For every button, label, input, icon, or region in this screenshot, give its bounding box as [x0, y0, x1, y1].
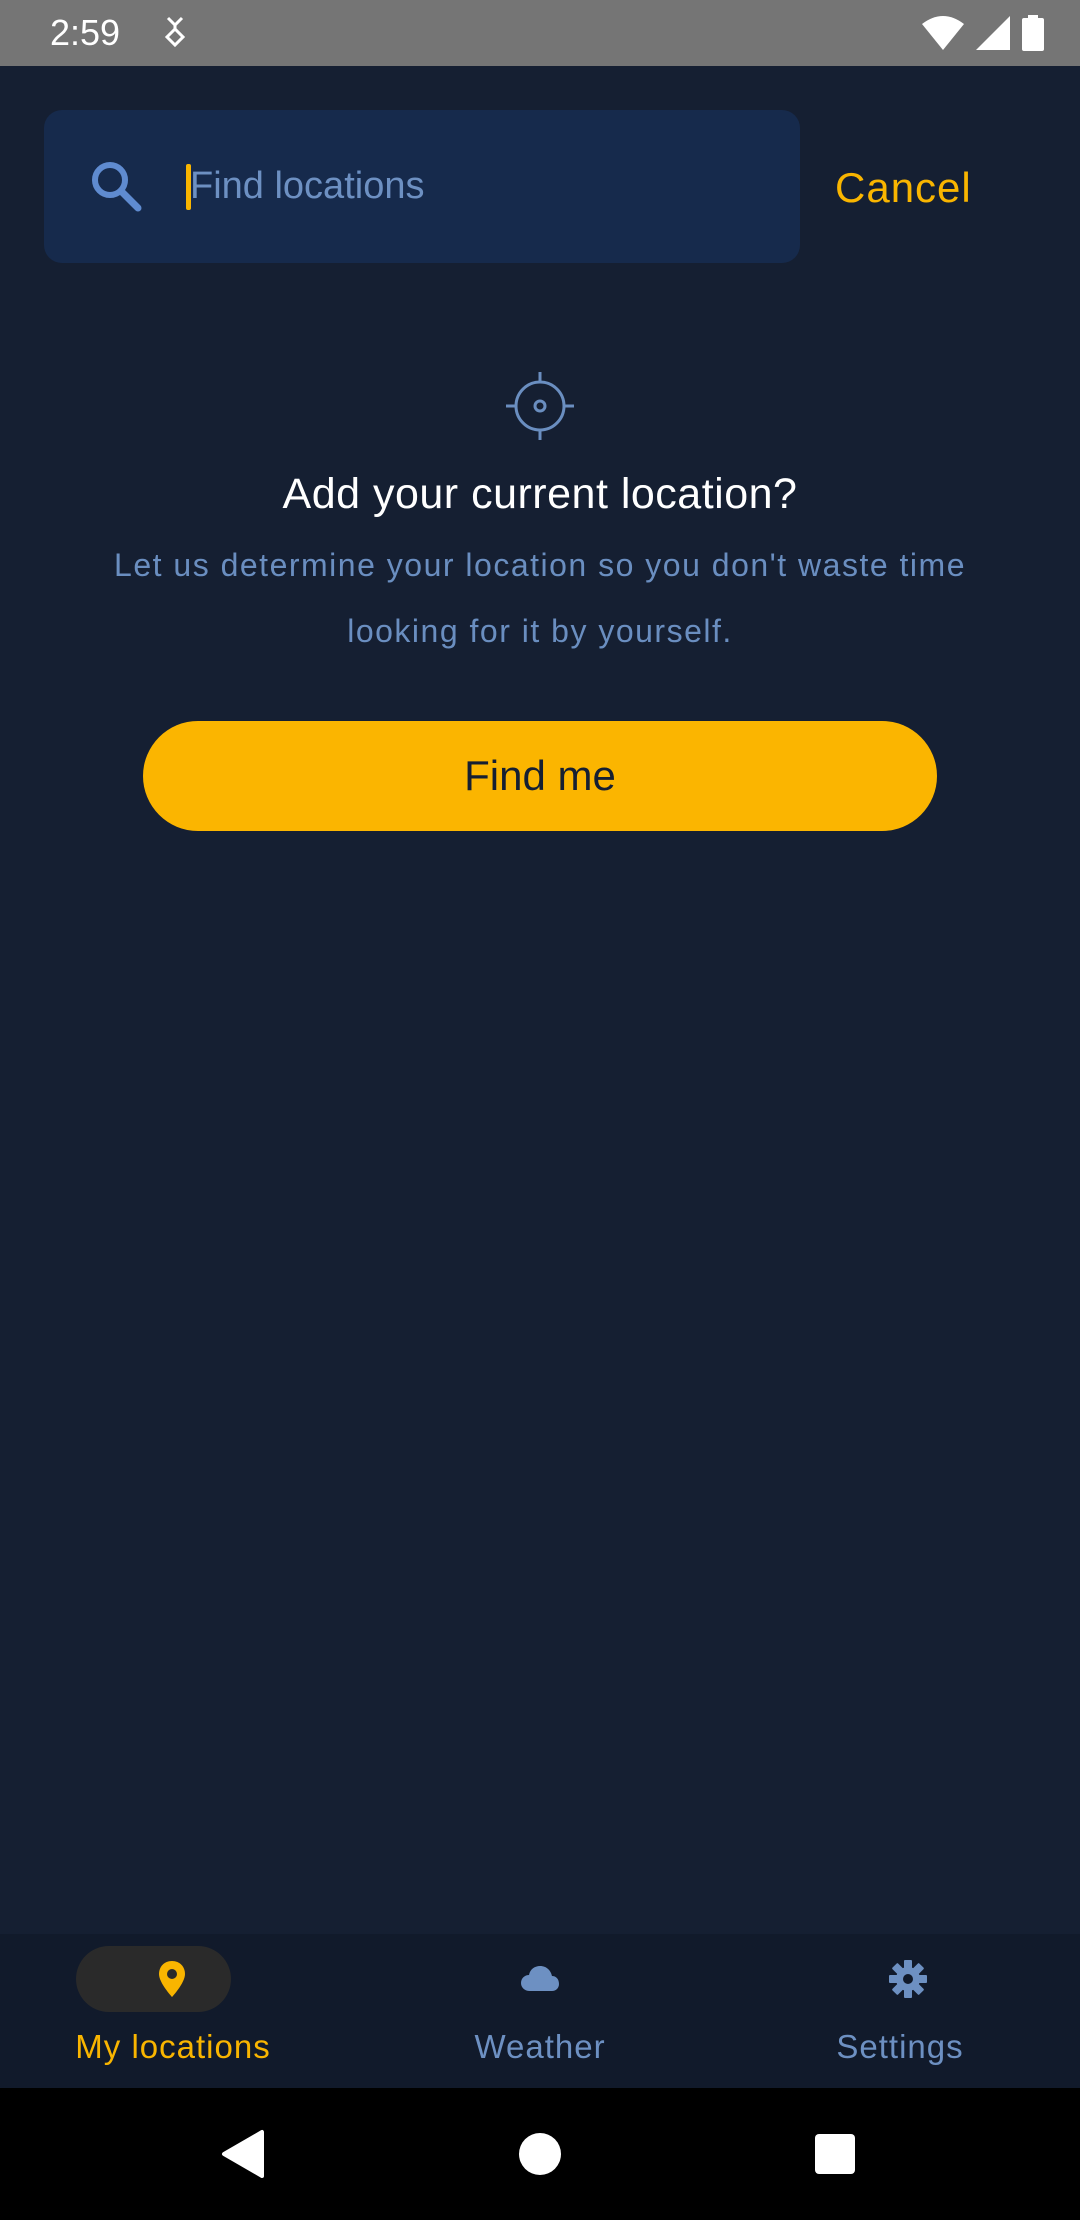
nav-item-weather[interactable]: Weather: [360, 1934, 720, 2088]
cellular-signal-icon: [976, 16, 1010, 50]
search-icon: [92, 162, 142, 212]
location-pin-icon: [159, 1961, 185, 1997]
status-time: 2:59: [50, 12, 121, 53]
search-box[interactable]: [44, 110, 800, 263]
cloud-icon: [521, 1966, 559, 1991]
notification-app-icon: [164, 16, 186, 48]
status-bar: 2:59: [0, 0, 1080, 66]
bottom-navigation: My locations Weather Settings: [0, 1934, 1080, 2088]
recents-icon[interactable]: [800, 2088, 870, 2220]
search-input[interactable]: [190, 146, 770, 226]
crosshair-icon: [506, 372, 574, 440]
prompt-title: Add your current location?: [282, 470, 798, 518]
nav-label-weather: Weather: [474, 2028, 606, 2065]
status-icons: [922, 14, 1044, 52]
battery-icon: [1022, 15, 1044, 51]
nav-item-settings[interactable]: Settings: [720, 1934, 1080, 2088]
system-navigation-bar: [0, 2088, 1080, 2220]
gear-icon: [889, 1960, 927, 1998]
cancel-button[interactable]: Cancel: [835, 148, 972, 228]
nav-item-my-locations[interactable]: My locations: [0, 1934, 360, 2088]
back-icon[interactable]: [210, 2088, 280, 2220]
find-me-button[interactable]: Find me: [143, 721, 937, 831]
wifi-icon: [922, 16, 964, 50]
prompt-description: Let us determine your location so you do…: [114, 547, 966, 649]
home-icon[interactable]: [505, 2088, 575, 2220]
nav-label-my-locations: My locations: [75, 2028, 271, 2065]
nav-label-settings: Settings: [836, 2028, 964, 2065]
screen: 2:59 Cancel: [0, 0, 1080, 2220]
